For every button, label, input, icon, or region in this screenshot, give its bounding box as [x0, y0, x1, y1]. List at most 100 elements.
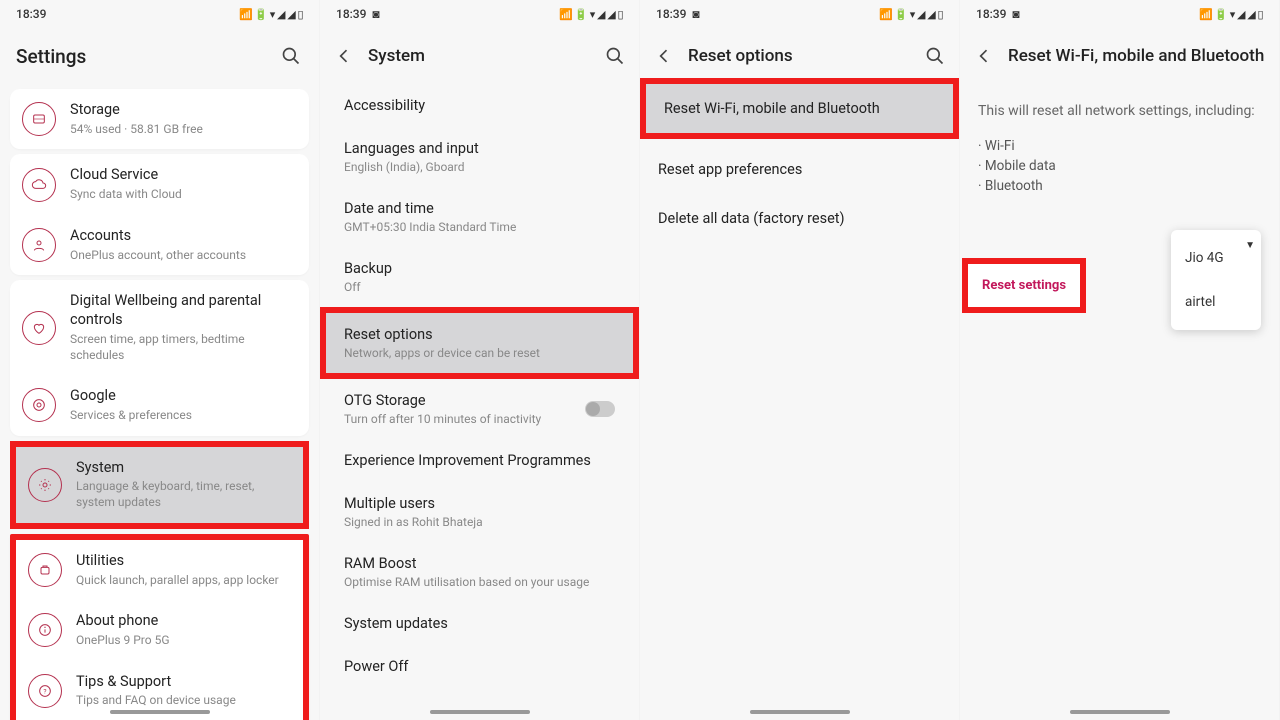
page-title: Reset options — [688, 46, 911, 66]
item-subtitle: Tips and FAQ on device usage — [76, 693, 291, 709]
google-icon — [22, 388, 56, 422]
item-title: OTG Storage — [344, 392, 615, 409]
page-title: Reset Wi-Fi, mobile and Bluetooth — [1008, 46, 1267, 66]
tips-icon: ? — [28, 674, 62, 708]
item-title: Multiple users — [344, 495, 615, 512]
reset-settings-highlight: Reset settings — [962, 258, 1086, 313]
system-highlight: SystemLanguage & keyboard, time, reset, … — [10, 441, 309, 529]
item-subtitle: Off — [344, 280, 615, 294]
status-bar: 18:39 ◙ 📶 🔋 ▾ ◢ ◢ ▯ — [640, 0, 959, 28]
item-title: Date and time — [344, 200, 615, 217]
reset-bullets: · Wi-Fi· Mobile data· Bluetooth — [978, 136, 1261, 197]
reset-options-list: Reset Wi-Fi, mobile and Bluetooth Reset a… — [640, 78, 959, 243]
item-subtitle: Quick launch, parallel apps, app locker — [76, 573, 291, 589]
item-subtitle: Language & keyboard, time, reset, system… — [76, 479, 291, 510]
screen-reset-network: 18:39 ◙ 📶 🔋 ▾ ◢ ◢ ▯ Reset Wi-Fi, mobile … — [960, 0, 1280, 720]
status-icons: 📶 🔋 ▾ ◢ ◢ ▯ — [239, 8, 303, 21]
status-icons: 📶 🔋 ▾ ◢ ◢ ▯ — [879, 8, 943, 21]
system-item[interactable]: RAM BoostOptimise RAM utilisation based … — [326, 542, 633, 602]
nav-pill[interactable] — [1070, 710, 1170, 714]
status-time: 18:39 — [16, 7, 46, 21]
item-title: Digital Wellbeing and parental controls — [70, 292, 297, 330]
status-bar: 18:39 ◙ 📶 🔋 ▾ ◢ ◢ ▯ — [320, 0, 639, 28]
svg-text:?: ? — [43, 687, 46, 695]
item-subtitle: GMT+05:30 India Standard Time — [344, 220, 615, 234]
system-item[interactable]: Date and time GMT+05:30 India Standard Ti… — [326, 187, 633, 247]
item-title: Tips & Support — [76, 673, 291, 692]
settings-item-system[interactable]: SystemLanguage & keyboard, time, reset, … — [16, 447, 303, 523]
system-item[interactable]: Accessibility — [326, 84, 633, 127]
toggle-switch[interactable] — [585, 401, 615, 417]
item-title: Experience Improvement Programmes — [344, 452, 615, 469]
back-icon[interactable] — [972, 44, 996, 68]
system-header: System — [320, 28, 639, 84]
search-icon[interactable] — [603, 44, 627, 68]
status-icons: 📶 🔋 ▾ ◢ ◢ ▯ — [1199, 8, 1263, 21]
back-icon[interactable] — [332, 44, 356, 68]
page-title: System — [368, 46, 591, 66]
system-item[interactable]: Experience Improvement Programmes — [326, 439, 633, 482]
status-bar: 18:39 📶 🔋 ▾ ◢ ◢ ▯ — [0, 0, 319, 28]
system-item[interactable]: Power Off — [326, 645, 633, 688]
account-icon — [22, 228, 56, 262]
item-title: Utilities — [76, 552, 291, 571]
item-title: Accessibility — [344, 97, 615, 114]
reset-option-item[interactable]: Reset app preferences — [640, 145, 959, 194]
system-item[interactable]: Multiple users Signed in as Rohit Bhateja — [326, 482, 633, 542]
search-icon[interactable] — [923, 44, 947, 68]
item-title: Backup — [344, 260, 615, 277]
dropdown-option[interactable]: airtel — [1171, 280, 1261, 324]
settings-item-utilities[interactable]: Utilities Quick launch, parallel apps, ap… — [16, 540, 303, 600]
nav-pill[interactable] — [750, 710, 850, 714]
item-subtitle: Services & preferences — [70, 408, 297, 424]
item-title: Accounts — [70, 227, 297, 246]
item-title: Storage — [70, 101, 297, 120]
item-subtitle: Sync data with Cloud — [70, 187, 297, 203]
reset-network-body: This will reset all network settings, in… — [960, 84, 1279, 214]
system-list: Accessibility Languages and inputEnglish … — [320, 84, 639, 688]
bullet-item: · Wi-Fi — [978, 136, 1261, 156]
item-title: Power Off — [344, 658, 615, 675]
reset-header: Reset options — [640, 28, 959, 84]
reset-option-item[interactable]: Reset Wi-Fi, mobile and Bluetooth — [640, 78, 959, 139]
screen-system: 18:39 ◙ 📶 🔋 ▾ ◢ ◢ ▯ System Accessibility… — [320, 0, 640, 720]
item-subtitle: OnePlus 9 Pro 5G — [76, 633, 291, 649]
about-icon — [28, 613, 62, 647]
system-item[interactable]: Languages and inputEnglish (India), Gboa… — [326, 127, 633, 187]
status-time: 18:39 ◙ — [976, 7, 1020, 21]
item-title: About phone — [76, 612, 291, 631]
item-subtitle: Optimise RAM utilisation based on your u… — [344, 575, 615, 589]
status-time: 18:39 ◙ — [336, 7, 380, 21]
item-subtitle: Network, apps or device can be reset — [344, 346, 615, 360]
status-time: 18:39 ◙ — [656, 7, 700, 21]
settings-item-about[interactable]: About phone OnePlus 9 Pro 5G — [16, 600, 303, 660]
reset-settings-button[interactable]: Reset settings — [968, 264, 1080, 307]
storage-icon — [22, 102, 56, 136]
system-item[interactable]: System updates — [326, 602, 633, 645]
back-icon[interactable] — [652, 44, 676, 68]
item-title: Reset options — [344, 326, 615, 343]
system-item[interactable]: OTG StorageTurn off after 10 minutes of … — [326, 379, 633, 439]
search-icon[interactable] — [279, 44, 303, 68]
settings-item-storage[interactable]: Storage54% used · 58.81 GB free — [10, 89, 309, 149]
sim-dropdown[interactable]: ▼ Jio 4Gairtel — [1171, 230, 1261, 330]
settings-item-google[interactable]: Google Services & preferences — [10, 375, 309, 435]
item-subtitle: Screen time, app timers, bedtime schedul… — [70, 332, 297, 363]
system-item[interactable]: Reset options Network, apps or device can… — [320, 307, 639, 379]
settings-item-account[interactable]: AccountsOnePlus account, other accounts — [10, 215, 309, 275]
bullet-item: · Bluetooth — [978, 176, 1261, 196]
reset-option-item[interactable]: Delete all data (factory reset) — [640, 194, 959, 243]
item-subtitle: Signed in as Rohit Bhateja — [344, 515, 615, 529]
system-icon — [28, 468, 62, 502]
settings-item-cloud[interactable]: Cloud ServiceSync data with Cloud — [10, 154, 309, 214]
wellbeing-icon — [22, 311, 56, 345]
system-item[interactable]: Backup Off — [326, 247, 633, 307]
screen-reset-options: 18:39 ◙ 📶 🔋 ▾ ◢ ◢ ▯ Reset options Reset … — [640, 0, 960, 720]
nav-pill[interactable] — [430, 710, 530, 714]
item-title: Google — [70, 387, 297, 406]
settings-item-wellbeing[interactable]: Digital Wellbeing and parental controlsS… — [10, 280, 309, 375]
screen-settings: 18:39 📶 🔋 ▾ ◢ ◢ ▯ Settings Storage54% us… — [0, 0, 320, 720]
settings-header: Settings — [0, 28, 319, 84]
nav-pill[interactable] — [110, 710, 210, 714]
item-subtitle: English (India), Gboard — [344, 160, 615, 174]
